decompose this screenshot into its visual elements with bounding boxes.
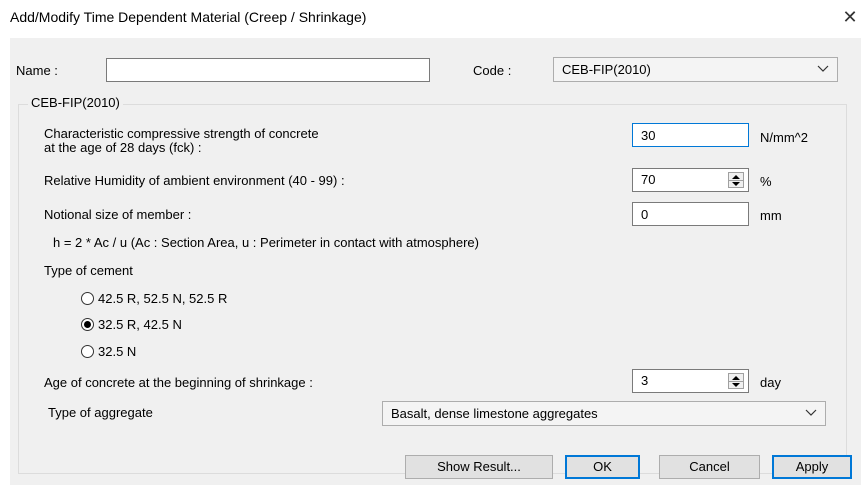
notional-size-formula: h = 2 * Ac / u (Ac : Section Area, u : P…: [53, 235, 479, 250]
cement-radio-3[interactable]: [81, 345, 94, 358]
cement-type-label: Type of cement: [44, 263, 133, 278]
cement-option-1-label: 42.5 R, 52.5 N, 52.5 R: [98, 291, 228, 306]
ok-button[interactable]: OK: [565, 455, 640, 479]
cement-radio-2[interactable]: [81, 318, 94, 331]
chevron-down-icon: [805, 409, 817, 416]
code-select-value: CEB-FIP(2010): [562, 62, 651, 77]
cancel-button[interactable]: Cancel: [659, 455, 760, 479]
fck-label-line2: at the age of 28 days (fck) :: [44, 140, 202, 155]
fck-label-line1: Characteristic compressive strength of c…: [44, 126, 319, 141]
name-input[interactable]: [106, 58, 430, 82]
spin-arrows-icon[interactable]: [728, 373, 744, 389]
humidity-value: 70: [641, 172, 656, 187]
groupbox-title: CEB-FIP(2010): [28, 95, 123, 110]
aggregate-select[interactable]: Basalt, dense limestone aggregates: [382, 401, 826, 426]
humidity-unit: %: [760, 174, 772, 189]
notional-size-label: Notional size of member :: [44, 207, 192, 222]
cement-option-3-label: 32.5 N: [98, 344, 137, 359]
notional-size-unit: mm: [760, 208, 782, 223]
window-title: Add/Modify Time Dependent Material (Cree…: [10, 9, 367, 25]
fck-input[interactable]: [632, 123, 749, 147]
aggregate-select-value: Basalt, dense limestone aggregates: [391, 406, 598, 421]
fck-unit: N/mm^2: [760, 130, 808, 145]
name-label: Name :: [16, 63, 58, 78]
spin-arrows-icon[interactable]: [728, 172, 744, 188]
apply-button[interactable]: Apply: [772, 455, 852, 479]
code-select[interactable]: CEB-FIP(2010): [553, 57, 838, 82]
code-label: Code :: [473, 63, 512, 78]
humidity-label: Relative Humidity of ambient environment…: [44, 173, 345, 188]
shrinkage-age-label: Age of concrete at the beginning of shri…: [44, 375, 313, 390]
shrinkage-age-spinbox[interactable]: 3: [632, 369, 749, 393]
close-button[interactable]: ✕: [838, 6, 862, 30]
shrinkage-age-unit: day: [760, 375, 781, 390]
aggregate-type-label: Type of aggregate: [48, 405, 153, 420]
shrinkage-age-value: 3: [641, 373, 649, 388]
notional-size-input[interactable]: [632, 202, 749, 226]
time-dependent-material-dialog: Add/Modify Time Dependent Material (Cree…: [0, 0, 866, 491]
humidity-spinbox[interactable]: 70: [632, 168, 749, 192]
cement-option-2-label: 32.5 R, 42.5 N: [98, 317, 182, 332]
show-result-button[interactable]: Show Result...: [405, 455, 553, 479]
dialog-body: Name : Code : CEB-FIP(2010) CEB-FIP(2010…: [10, 38, 861, 485]
title-bar: Add/Modify Time Dependent Material (Cree…: [0, 0, 866, 36]
chevron-down-icon: [817, 65, 829, 72]
cement-radio-1[interactable]: [81, 292, 94, 305]
